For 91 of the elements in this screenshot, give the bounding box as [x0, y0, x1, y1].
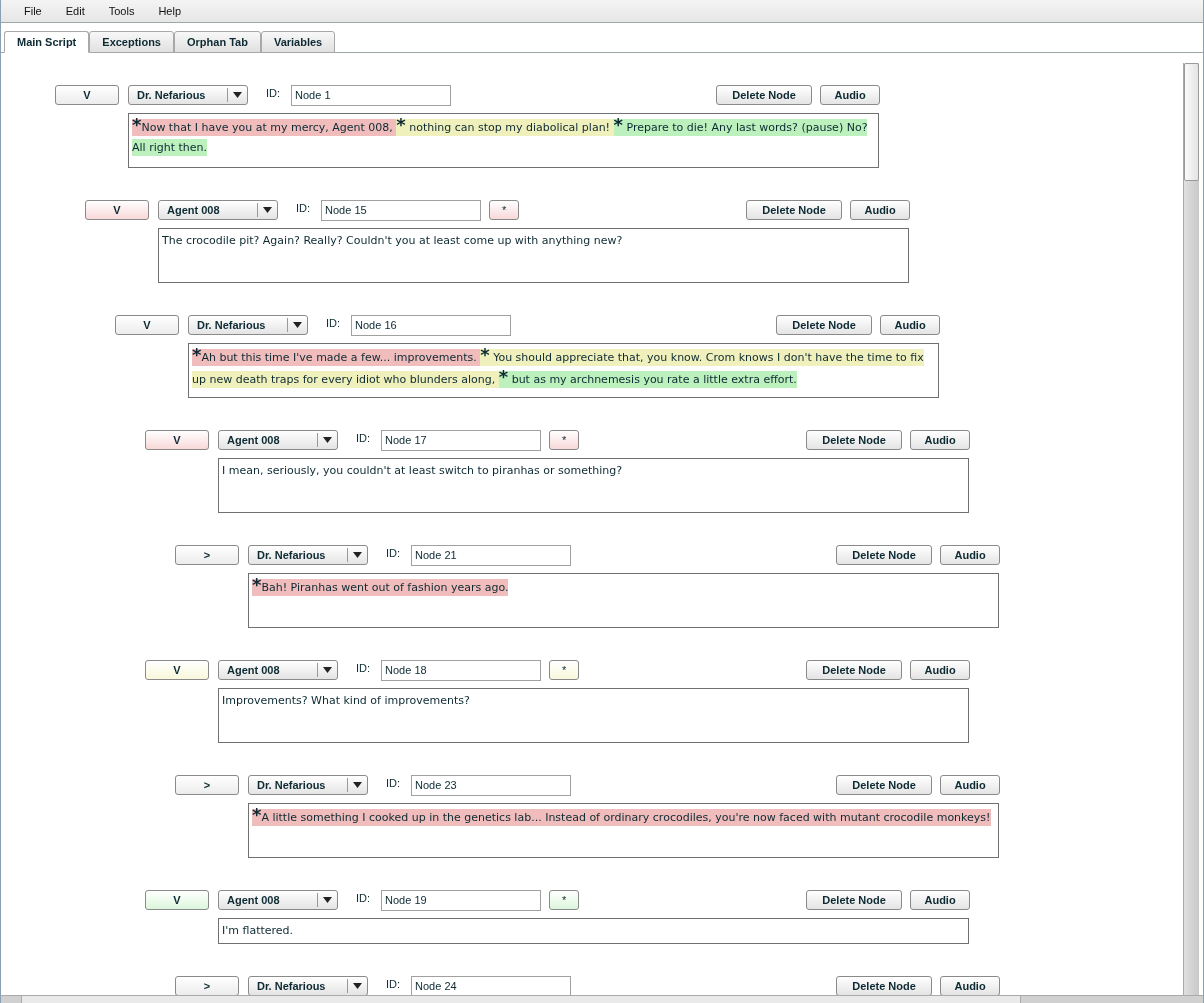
toggle-button[interactable]: V — [145, 660, 209, 680]
dialogue-text-area[interactable]: I mean, seriously, you couldn't at least switch to piranhas or something? — [218, 458, 969, 513]
highlighted-text: *Bah! Piranhas went out of fashion years ago. — [252, 579, 509, 596]
dialogue-text-area[interactable]: I'm flattered. — [218, 918, 969, 944]
speaker-dropdown[interactable]: Agent 008 — [218, 660, 338, 680]
caret-icon — [293, 322, 302, 328]
menu-item[interactable]: File — [15, 2, 51, 20]
audio-button[interactable]: Audio — [910, 890, 971, 910]
tab[interactable]: Main Script — [4, 31, 90, 53]
delete-node-button[interactable]: Delete Node — [836, 545, 933, 565]
id-field[interactable]: Node 16 — [351, 314, 512, 336]
toggle-button[interactable]: V — [55, 85, 119, 105]
speaker-dropdown[interactable]: Dr. Nefarious — [248, 545, 368, 565]
star-button[interactable]: * — [549, 430, 580, 450]
toggle-button[interactable]: V — [115, 315, 179, 335]
id-field[interactable]: Node 17 — [381, 429, 542, 451]
delete-node-button[interactable]: Delete Node — [776, 315, 873, 335]
id-label: ID: — [296, 201, 311, 216]
star-button[interactable]: * — [549, 660, 580, 680]
speaker-dropdown[interactable]: Dr. Nefarious — [248, 775, 368, 795]
delete-node-button[interactable]: Delete Node — [836, 775, 933, 795]
toggle-button[interactable]: > — [175, 775, 239, 795]
audio-button[interactable]: Audio — [940, 545, 1001, 565]
dialogue-text-area[interactable] — [188, 343, 939, 398]
audio-button[interactable]: Audio — [940, 775, 1001, 795]
caret-icon — [323, 437, 332, 443]
id-field[interactable]: Node 24 — [411, 975, 572, 995]
toggle-button[interactable]: V — [85, 200, 149, 220]
id-label: ID: — [356, 891, 371, 906]
speaker-dropdown[interactable]: Agent 008 — [158, 200, 278, 220]
star-button[interactable]: * — [549, 890, 580, 910]
id-label: ID: — [386, 776, 401, 791]
dialogue-text-area[interactable]: The crocodile pit? Again? Really? Couldn't you at least come up with anything new? — [158, 228, 909, 283]
delete-node-button[interactable]: Delete Node — [806, 890, 903, 910]
star-button[interactable]: * — [489, 200, 520, 220]
caret-icon — [263, 207, 272, 213]
highlighted-text: *A little something I cooked up in the genetics lab... Instead of ordinary crocodiles, you're now faced with mutant crocodile monkeys! — [252, 809, 991, 826]
caret-icon — [353, 983, 362, 989]
caret-icon — [323, 897, 332, 903]
horizontal-scrollbar[interactable] — [1, 995, 1203, 1003]
id-field[interactable]: Node 21 — [411, 544, 572, 566]
id-field[interactable]: Node 18 — [381, 659, 542, 681]
delete-node-button[interactable]: Delete Node — [836, 976, 933, 995]
menu-item[interactable]: Help — [149, 2, 190, 20]
dialogue-text-area[interactable]: *A little something I cooked up in the genetics lab... Instead of ordinary crocodiles, you're now faced with mutant crocodile monkeys! — [248, 803, 999, 858]
audio-button[interactable]: Audio — [820, 85, 881, 105]
tab[interactable]: Orphan Tab — [174, 31, 261, 53]
highlighted-text: *Ah but this time I've made a few... improvements. — [192, 349, 481, 366]
dialogue-text-area[interactable]: *Now that I have you at my mercy, Agent 008, * nothing can stop my diabolical plan! * Prepare to die! Any last words? (pause) No? All right then. — [128, 113, 879, 168]
id-field[interactable]: Node 19 — [381, 889, 542, 911]
delete-node-button[interactable]: Delete Node — [716, 85, 813, 105]
toggle-button[interactable]: V — [145, 890, 209, 910]
id-label: ID: — [356, 431, 371, 446]
audio-button[interactable]: Audio — [910, 660, 971, 680]
caret-icon — [323, 667, 332, 673]
id-field[interactable]: Node 23 — [411, 774, 572, 796]
vertical-scrollbar[interactable] — [1183, 63, 1199, 995]
speaker-dropdown[interactable]: Dr. Nefarious — [128, 85, 248, 105]
delete-node-button[interactable]: Delete Node — [806, 430, 903, 450]
audio-button[interactable]: Audio — [910, 430, 971, 450]
highlighted-text: * but as my archnemesis you rate a little extra effort. — [498, 371, 797, 388]
id-label: ID: — [326, 316, 341, 331]
highlighted-text: *Now that I have you at my mercy, Agent 008, — [132, 119, 397, 136]
toggle-button[interactable]: V — [145, 430, 209, 450]
audio-button[interactable]: Audio — [880, 315, 941, 335]
caret-icon — [353, 552, 362, 558]
toggle-button[interactable]: > — [175, 976, 239, 995]
speaker-dropdown[interactable]: Agent 008 — [218, 430, 338, 450]
audio-button[interactable]: Audio — [940, 976, 1001, 995]
speaker-dropdown[interactable]: Dr. Nefarious — [248, 976, 368, 995]
menu-item[interactable]: Tools — [99, 2, 144, 20]
caret-icon — [353, 782, 362, 788]
toggle-button[interactable]: > — [175, 545, 239, 565]
delete-node-button[interactable]: Delete Node — [806, 660, 903, 680]
speaker-dropdown[interactable]: Dr. Nefarious — [188, 315, 308, 335]
id-label: ID: — [386, 546, 401, 561]
dialogue-text-area[interactable]: *Bah! Piranhas went out of fashion years ago. — [248, 573, 999, 628]
tab[interactable]: Variables — [260, 31, 336, 53]
id-field[interactable]: Node 1 — [291, 84, 452, 106]
id-label: ID: — [356, 661, 371, 676]
caret-icon — [233, 92, 242, 98]
speaker-dropdown[interactable]: Agent 008 — [218, 890, 338, 910]
id-field[interactable]: Node 15 — [321, 199, 482, 221]
dialogue-text-area[interactable]: Improvements? What kind of improvements? — [218, 688, 969, 743]
delete-node-button[interactable]: Delete Node — [746, 200, 843, 220]
id-label: ID: — [386, 977, 401, 992]
id-label: ID: — [266, 86, 281, 101]
highlighted-text: * nothing can stop my diabolical plan! — [396, 119, 614, 136]
menu-item[interactable]: Edit — [56, 2, 94, 20]
audio-button[interactable]: Audio — [850, 200, 911, 220]
tab[interactable]: Exceptions — [89, 31, 174, 53]
